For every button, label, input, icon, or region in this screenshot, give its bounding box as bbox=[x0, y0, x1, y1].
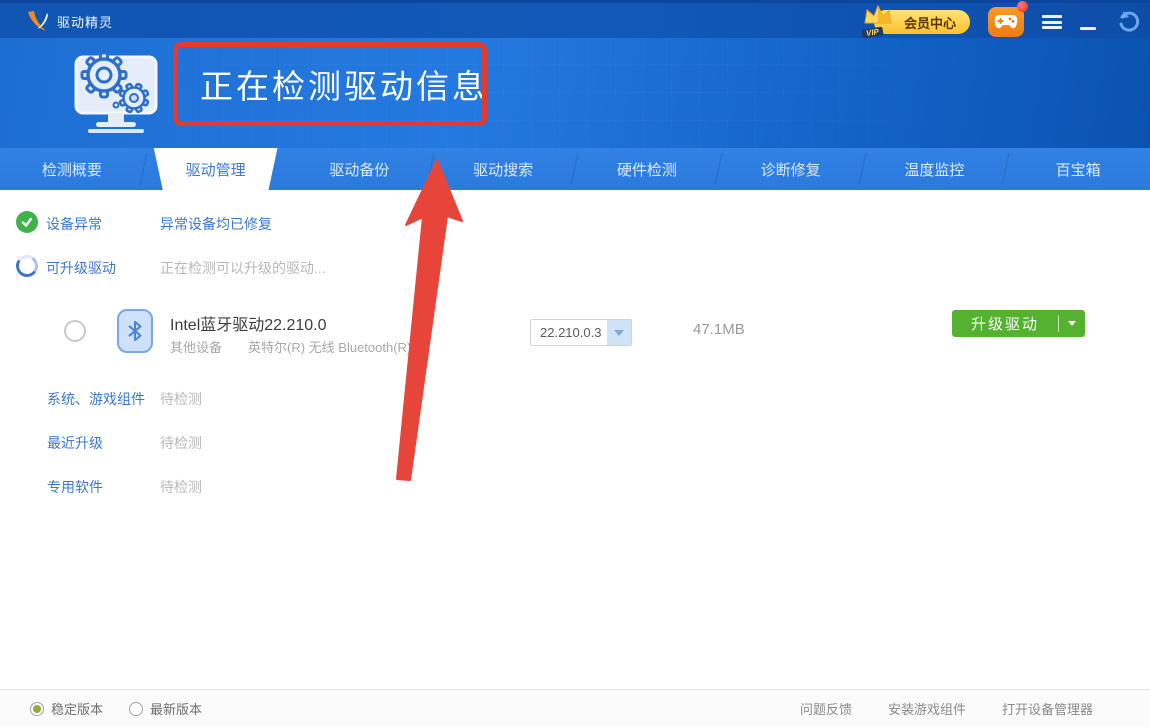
bluetooth-icon bbox=[117, 309, 153, 353]
undo-icon[interactable] bbox=[1114, 9, 1140, 35]
loading-spinner-icon bbox=[14, 253, 39, 278]
status-label-device-abnormal: 设备异常 bbox=[46, 214, 102, 234]
pending-status: 待检测 bbox=[160, 389, 202, 409]
status-desc-upgradable: 正在检测可以升级的驱动... bbox=[160, 258, 326, 278]
member-center-button[interactable]: VIP 会员中心 bbox=[874, 10, 970, 34]
footer-links: 问题反馈 安装游戏组件 打开设备管理器 bbox=[800, 699, 1093, 718]
logo-bird-icon bbox=[26, 9, 50, 33]
tab-hardware-detection[interactable]: 硬件检测 bbox=[575, 148, 719, 190]
version-caret-button[interactable] bbox=[607, 320, 631, 345]
version-select[interactable]: 22.210.0.3 bbox=[530, 319, 632, 346]
status-desc-device-abnormal: 异常设备均已修复 bbox=[160, 214, 272, 234]
version-value: 22.210.0.3 bbox=[531, 325, 607, 340]
vip-badge: VIP bbox=[861, 27, 883, 39]
header-banner: 正在检测驱动信息 bbox=[0, 38, 1150, 148]
radio-latest-version[interactable]: 最新版本 bbox=[129, 699, 202, 718]
upgrade-driver-button[interactable]: 升级驱动 bbox=[952, 310, 1085, 337]
upgrade-dropdown-button[interactable] bbox=[1059, 321, 1085, 326]
footer-bar: 稳定版本 最新版本 问题反馈 安装游戏组件 打开设备管理器 bbox=[0, 689, 1150, 727]
notification-dot bbox=[1017, 1, 1028, 12]
caret-down-icon bbox=[1068, 321, 1076, 326]
driver-size: 47.1MB bbox=[693, 321, 745, 338]
menu-icon[interactable] bbox=[1042, 15, 1062, 29]
driver-category: 其他设备 bbox=[170, 340, 222, 355]
app-window: 驱动精灵 VIP 会员中心 bbox=[0, 0, 1150, 727]
tab-diagnosis-repair[interactable]: 诊断修复 bbox=[719, 148, 863, 190]
check-circle-icon bbox=[16, 211, 38, 233]
member-center-label: 会员中心 bbox=[904, 13, 956, 32]
driver-device: 英特尔(R) 无线 Bluetooth(R) bbox=[248, 340, 411, 355]
caret-down-icon bbox=[614, 330, 624, 336]
pending-label-special-software: 专用软件 bbox=[47, 477, 103, 497]
tab-driver-backup[interactable]: 驱动备份 bbox=[288, 148, 432, 190]
version-radio-group: 稳定版本 最新版本 bbox=[30, 699, 202, 718]
pending-status: 待检测 bbox=[160, 477, 202, 497]
radio-stable-version[interactable]: 稳定版本 bbox=[30, 699, 103, 718]
app-logo: 驱动精灵 bbox=[26, 9, 113, 33]
tab-bar: 检测概要 驱动管理 驱动备份 驱动搜索 硬件检测 诊断修复 温度监控 百宝箱 bbox=[0, 148, 1150, 190]
status-label-upgradable: 可升级驱动 bbox=[46, 258, 116, 278]
title-bar: 驱动精灵 VIP 会员中心 bbox=[0, 0, 1150, 38]
circuit-pattern bbox=[0, 38, 1150, 148]
game-center-button[interactable] bbox=[988, 7, 1024, 37]
driver-subtitle: 其他设备 英特尔(R) 无线 Bluetooth(R) bbox=[170, 337, 411, 356]
upgrade-button-label: 升级驱动 bbox=[952, 313, 1058, 334]
tab-detection-summary[interactable]: 检测概要 bbox=[0, 148, 144, 190]
app-name: 驱动精灵 bbox=[57, 12, 113, 31]
radio-icon bbox=[30, 702, 44, 716]
page-title: 正在检测驱动信息 bbox=[200, 60, 488, 108]
tab-toolbox[interactable]: 百宝箱 bbox=[1006, 148, 1150, 190]
monitor-gears-icon bbox=[68, 41, 170, 141]
pending-status: 待检测 bbox=[160, 433, 202, 453]
minimize-icon[interactable] bbox=[1080, 27, 1096, 30]
install-game-components-link[interactable]: 安装游戏组件 bbox=[888, 699, 966, 718]
main-content: 设备异常 异常设备均已修复 可升级驱动 正在检测可以升级的驱动... Intel… bbox=[0, 190, 1150, 689]
gamepad-icon bbox=[994, 14, 1018, 30]
driver-name: Intel蓝牙驱动22.210.0 bbox=[170, 311, 327, 335]
pending-label-system-game: 系统、游戏组件 bbox=[47, 389, 145, 409]
pending-label-recent-upgrade: 最近升级 bbox=[47, 433, 103, 453]
open-device-manager-link[interactable]: 打开设备管理器 bbox=[1002, 699, 1093, 718]
radio-icon bbox=[129, 702, 143, 716]
driver-checkbox[interactable] bbox=[64, 320, 86, 342]
tab-driver-management[interactable]: 驱动管理 bbox=[144, 148, 288, 190]
tab-temperature-monitor[interactable]: 温度监控 bbox=[863, 148, 1007, 190]
feedback-link[interactable]: 问题反馈 bbox=[800, 699, 852, 718]
tab-driver-search[interactable]: 驱动搜索 bbox=[431, 148, 575, 190]
